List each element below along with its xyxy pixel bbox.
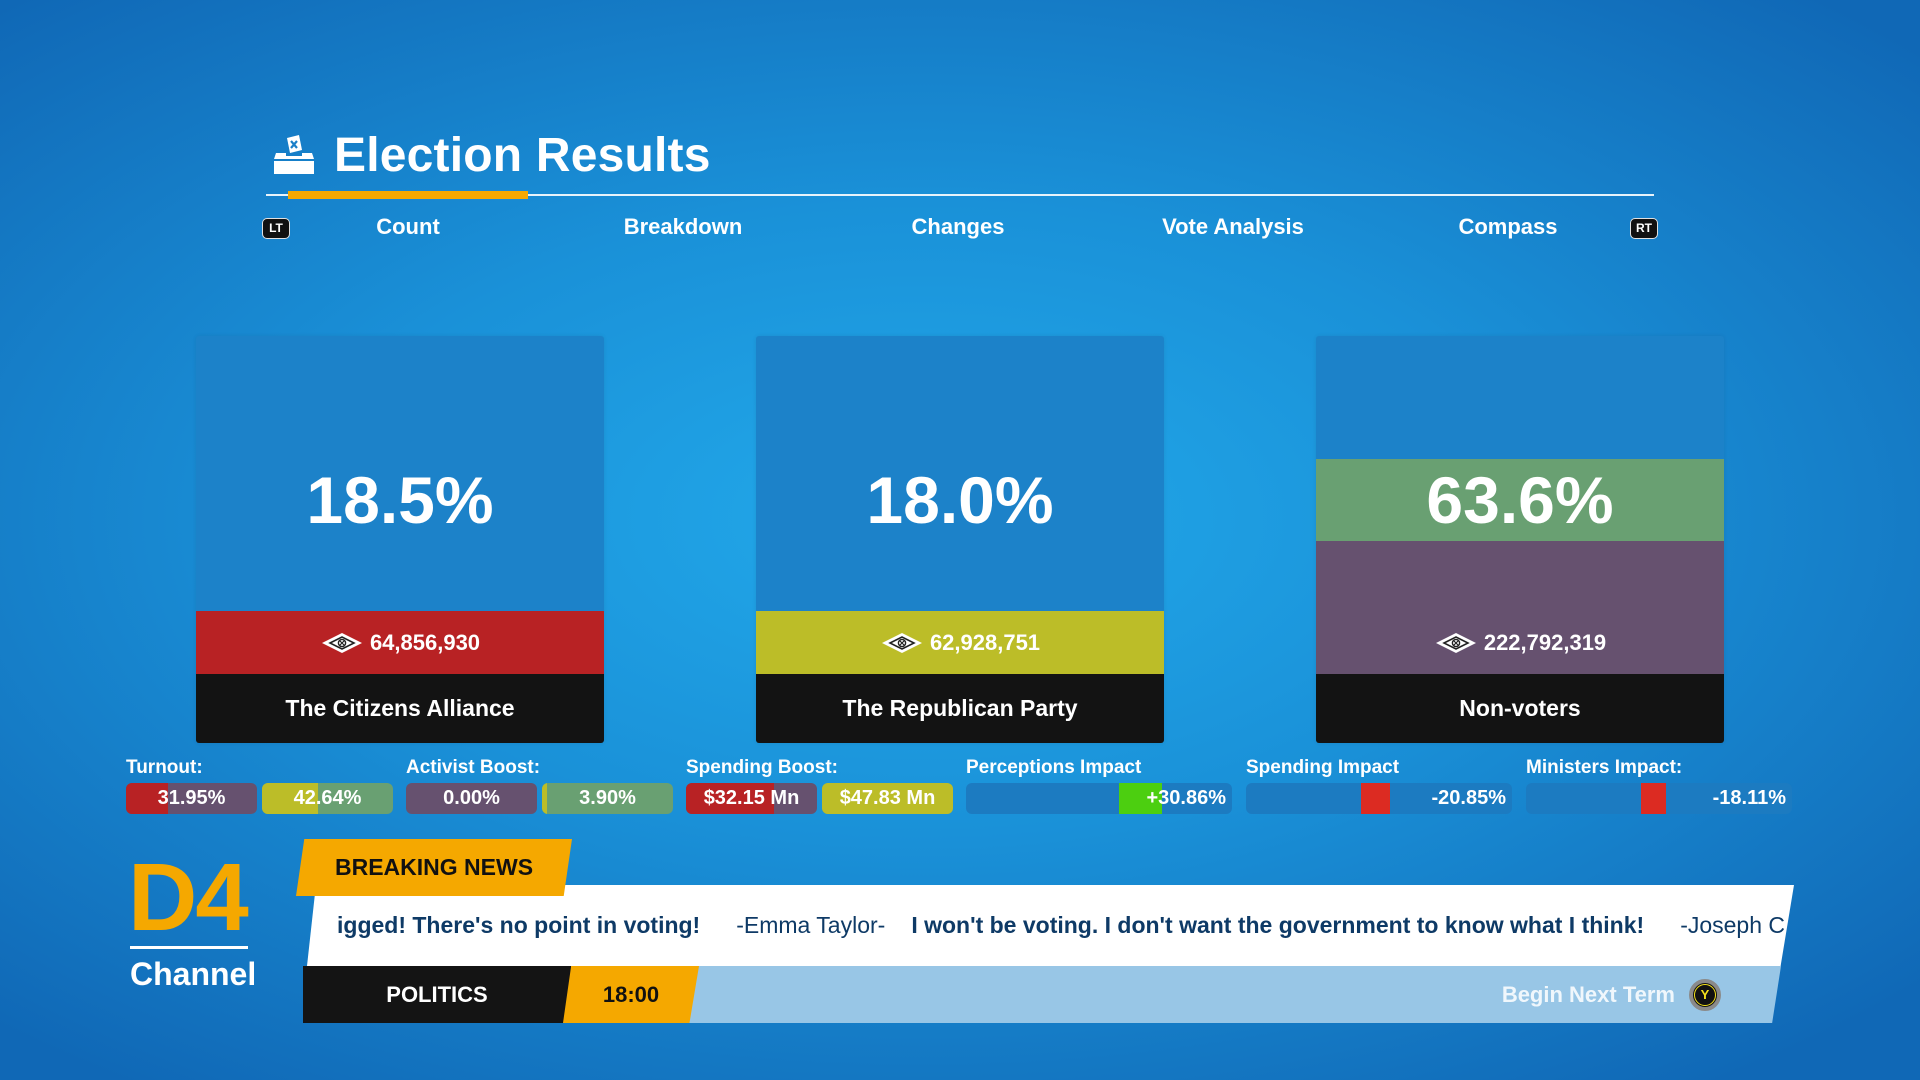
vote-count-value: 62,928,751: [929, 629, 1041, 655]
active-tab-indicator: [288, 191, 528, 199]
tab-breakdown[interactable]: Breakdown: [583, 214, 783, 240]
activist-boost-republican-pill: 3.90%: [542, 783, 673, 814]
pill-value: 42.64%: [293, 787, 362, 809]
ministers-impact-bar: -18.11%: [1526, 783, 1792, 814]
category-label: POLITICS: [303, 966, 571, 1023]
ticker-content: igged! There's no point in voting! -Emma…: [337, 885, 1794, 966]
tab-count[interactable]: Count: [308, 214, 508, 240]
begin-next-term-button[interactable]: Begin Next Term Y: [1502, 966, 1721, 1023]
channel-label: Channel: [130, 956, 257, 992]
impact-marker: [1641, 783, 1667, 814]
ticker-author: -Emma Taylor-: [736, 912, 886, 938]
vote-count: 222,792,319: [1316, 611, 1724, 674]
time-label: 18:00: [563, 966, 699, 1023]
breaking-news-tag: BREAKING NEWS: [296, 839, 572, 896]
vote-percent: 18.5%: [306, 463, 494, 537]
ministers-impact-label: Ministers Impact:: [1526, 757, 1683, 778]
impact-value: +30.86%: [1146, 787, 1226, 809]
party-card-republican-party[interactable]: 18.0% 62,928,751 The Republican Party: [756, 336, 1164, 743]
spending-boost-label: Spending Boost:: [686, 757, 838, 778]
impact-marker: [1361, 783, 1391, 814]
turnout-citizens-pill: 31.95%: [126, 783, 257, 814]
ticker-author: -Joseph C: [1680, 912, 1786, 938]
party-name: The Republican Party: [756, 674, 1164, 743]
ballot-diamond-icon: [1434, 632, 1478, 654]
party-name: The Citizens Alliance: [196, 674, 604, 743]
ticker-quote: I won't be voting. I don't want the gove…: [911, 912, 1645, 938]
vote-count-value: 64,856,930: [369, 629, 481, 655]
perceptions-impact-label: Perceptions Impact: [966, 757, 1142, 778]
impact-value: -18.11%: [1712, 787, 1786, 809]
activist-boost-label: Activist Boost:: [406, 757, 541, 778]
pill-value: $47.83 Mn: [839, 787, 936, 809]
ballot-diamond-icon: [880, 632, 924, 654]
vote-percent: 63.6%: [1426, 463, 1614, 537]
party-name: Non-voters: [1316, 674, 1724, 743]
page-title: Election Results: [334, 129, 711, 182]
vote-count: 62,928,751: [756, 611, 1164, 674]
channel-logo: D4: [128, 844, 249, 951]
impact-value: -20.85%: [1431, 787, 1507, 809]
y-button-icon: Y: [1689, 978, 1721, 1011]
begin-next-term-label: Begin Next Term: [1501, 981, 1675, 1007]
pill-value: $32.15 Mn: [703, 787, 800, 809]
vote-count-value: 222,792,319: [1483, 629, 1607, 655]
rt-button[interactable]: RT: [1630, 218, 1658, 239]
perceptions-impact-bar: +30.86%: [966, 783, 1232, 814]
vote-count: 64,856,930: [196, 611, 604, 674]
turnout-label: Turnout:: [126, 757, 203, 778]
spending-impact-bar: -20.85%: [1246, 783, 1512, 814]
pill-value: 0.00%: [443, 787, 500, 809]
vote-percent: 18.0%: [866, 463, 1054, 537]
news-lower-bar: POLITICS 18:00 Begin Next Term Y: [303, 966, 1781, 1023]
channel-logo-rule: [130, 946, 248, 949]
turnout-republican-pill: 42.64%: [262, 783, 393, 814]
ticker-quote: igged! There's no point in voting!: [337, 912, 701, 938]
tab-changes[interactable]: Changes: [858, 214, 1058, 240]
party-card-non-voters[interactable]: 63.6% 222,792,319 Non-voters: [1316, 336, 1724, 743]
activist-boost-citizens-pill: 0.00%: [406, 783, 537, 814]
ballot-box-icon: [272, 134, 316, 176]
spending-boost-republican-pill: $47.83 Mn: [822, 783, 953, 814]
party-card-citizens-alliance[interactable]: 18.5% 64,856,930 The Citizens Alliance: [196, 336, 604, 743]
lt-button[interactable]: LT: [262, 218, 290, 239]
tab-compass[interactable]: Compass: [1408, 214, 1608, 240]
tab-vote-analysis[interactable]: Vote Analysis: [1133, 214, 1333, 240]
ballot-diamond-icon: [320, 632, 364, 654]
pill-value: 3.90%: [579, 787, 636, 809]
pill-value: 31.95%: [157, 787, 226, 809]
spending-impact-label: Spending Impact: [1246, 757, 1400, 778]
spending-boost-citizens-pill: $32.15 Mn: [686, 783, 817, 814]
news-ticker: igged! There's no point in voting! -Emma…: [307, 885, 1794, 966]
